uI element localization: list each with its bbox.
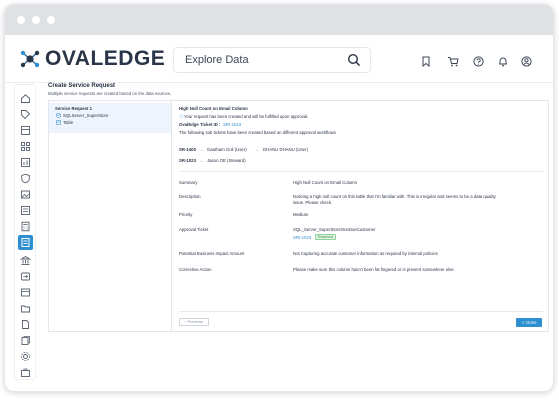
tree-request-label[interactable]: Service Request 1 bbox=[55, 106, 92, 111]
help-icon[interactable] bbox=[473, 54, 484, 72]
bell-icon[interactable] bbox=[498, 54, 508, 72]
page-subtitle: Multiple service requests are created ba… bbox=[48, 91, 172, 96]
window-dot-minimize[interactable] bbox=[32, 16, 40, 24]
image-icon[interactable] bbox=[20, 187, 31, 199]
briefcase-icon[interactable] bbox=[20, 365, 31, 377]
grid-icon[interactable] bbox=[20, 139, 31, 151]
window-dot-close[interactable] bbox=[17, 16, 25, 24]
workflow-step: DHANU DHANU (User) bbox=[263, 147, 308, 152]
settings-icon[interactable] bbox=[20, 349, 31, 361]
field-label: Corrective Action bbox=[179, 267, 212, 272]
search-icon[interactable] bbox=[347, 53, 361, 72]
window-titlebar bbox=[5, 5, 553, 35]
workflow-id[interactable]: SR-1400 bbox=[179, 147, 196, 152]
molecule-logo-icon bbox=[19, 48, 41, 70]
field-value: High Null Count on Email Column bbox=[293, 180, 358, 185]
home-icon[interactable] bbox=[20, 91, 31, 103]
field-value: Not Capturing accurate customer informat… bbox=[293, 251, 438, 256]
list-icon[interactable] bbox=[20, 203, 31, 215]
lineage-icon[interactable] bbox=[20, 269, 31, 281]
tree-source-label[interactable]: SQLServer_SuperStore bbox=[63, 113, 108, 118]
footer-divider bbox=[179, 311, 543, 312]
page-title: Create Service Request bbox=[48, 83, 116, 89]
catalog-icon[interactable] bbox=[20, 123, 31, 135]
ticket-id-label: OvalEdge Ticket ID : bbox=[179, 122, 221, 127]
arrow-right-icon: → bbox=[199, 158, 204, 163]
service-desk-icon[interactable] bbox=[18, 235, 33, 250]
user-icon[interactable] bbox=[521, 54, 532, 72]
field-value-continued: issue. Please check. bbox=[293, 200, 333, 205]
shield-icon[interactable] bbox=[20, 171, 31, 184]
done-button[interactable]: ✓ Done bbox=[516, 318, 542, 327]
tag-icon[interactable] bbox=[20, 107, 31, 120]
document-icon[interactable] bbox=[20, 317, 31, 329]
approval-ticket-link[interactable]: SRI-1023 bbox=[293, 235, 311, 240]
database-icon bbox=[56, 113, 61, 119]
section-divider bbox=[179, 171, 543, 172]
info-icon: ⓘ bbox=[179, 114, 184, 119]
tree-object-label[interactable]: Table bbox=[63, 120, 73, 125]
detail-heading: High Null Count on Email Column bbox=[179, 106, 248, 111]
field-label: Potential Business Impact Amount bbox=[179, 251, 245, 256]
app-header: OVALEDGE Explore Data bbox=[5, 35, 553, 83]
field-label: Approval Ticket bbox=[179, 227, 209, 232]
field-value: Noticing a high null count on this table… bbox=[293, 194, 496, 199]
bookmark-icon[interactable] bbox=[421, 54, 431, 72]
arrow-right-icon: → bbox=[255, 147, 260, 152]
status-badge: Resolved bbox=[315, 234, 336, 240]
done-button-label: Done bbox=[526, 320, 537, 325]
governance-icon[interactable] bbox=[19, 253, 32, 265]
arrow-right-icon: → bbox=[199, 147, 204, 152]
field-value: Please make sure this column hasn't been… bbox=[293, 267, 455, 272]
workflow-id[interactable]: SR-1023 bbox=[179, 158, 196, 163]
detail-notice: Your request has been created and will b… bbox=[184, 114, 309, 119]
cart-icon[interactable] bbox=[447, 54, 459, 72]
ticket-id-link[interactable]: SRI-1023 bbox=[223, 122, 241, 127]
request-tree: Service Request 1 SQLServer_SuperStore T… bbox=[49, 101, 172, 331]
chart-icon[interactable] bbox=[20, 155, 31, 167]
search-input[interactable]: Explore Data bbox=[185, 54, 249, 66]
previous-button-label: Previous bbox=[187, 319, 203, 324]
workflow-step: Gautham Goli (User) bbox=[207, 147, 247, 152]
field-value[interactable]: SQL_Server_SuperStoreOneDoeCustomer bbox=[293, 227, 375, 232]
field-value: Medium bbox=[293, 212, 309, 217]
search-bar[interactable]: Explore Data bbox=[173, 47, 371, 73]
window-dot-maximize[interactable] bbox=[47, 16, 55, 24]
table-icon bbox=[56, 120, 61, 126]
field-label: Description bbox=[179, 194, 201, 199]
files-icon[interactable] bbox=[20, 333, 31, 345]
project-icon[interactable] bbox=[20, 285, 31, 297]
brand-name: OVALEDGE bbox=[45, 47, 166, 70]
previous-button[interactable]: ‹ Previous bbox=[179, 318, 209, 326]
subtickets-note: The following sub tickets have been crea… bbox=[179, 130, 336, 135]
folder-icon[interactable] bbox=[20, 301, 31, 313]
request-detail: High Null Count on Email Column ⓘ Your r… bbox=[179, 101, 544, 331]
workflow-step: Jason OE (Steward) bbox=[207, 158, 246, 163]
service-request-panel: Service Request 1 SQLServer_SuperStore T… bbox=[48, 100, 549, 332]
calculator-icon[interactable] bbox=[20, 219, 31, 232]
brand-logo[interactable]: OVALEDGE bbox=[19, 47, 166, 70]
field-label: Summary bbox=[179, 180, 198, 185]
field-label: Priority bbox=[179, 212, 193, 217]
left-nav bbox=[14, 84, 36, 380]
